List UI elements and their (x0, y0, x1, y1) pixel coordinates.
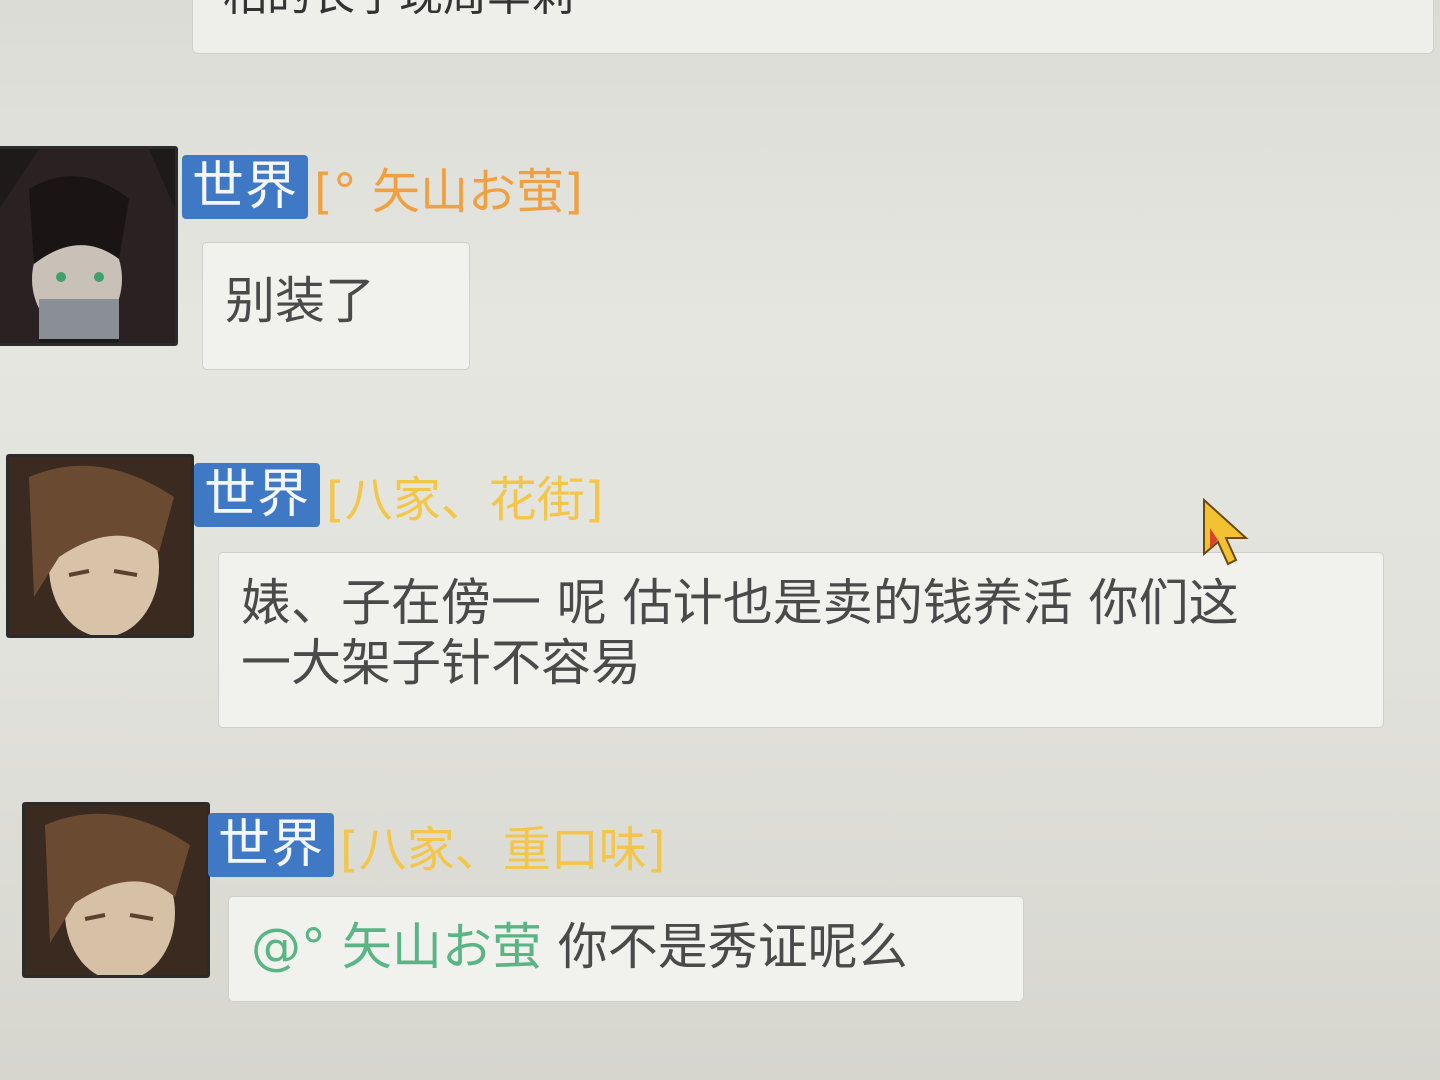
channel-badge-world: 世界 (182, 155, 309, 219)
avatar[interactable] (0, 146, 178, 346)
avatar[interactable] (22, 802, 210, 978)
message-text: 别装了 (225, 272, 375, 330)
sender-name[interactable]: [八家、花街] (326, 460, 603, 530)
message-bubble: 别装了 (202, 242, 470, 370)
sender-name[interactable]: [八家、重口味] (340, 810, 665, 880)
previous-message-bubble: 相的长子现周羊莉 (192, 0, 1434, 54)
sender-name[interactable]: [° 矢山お萤] (314, 152, 583, 222)
avatar[interactable] (6, 454, 194, 638)
message-text-line: 婊、子在傍一 呢 估计也是卖的钱养活 你们这 (241, 574, 1239, 632)
mention-tag[interactable]: @° 矢山お萤 (251, 918, 542, 976)
avatar-image (9, 457, 191, 635)
channel-badge-world: 世界 (194, 463, 321, 527)
message-text-line: 一大架子针不容易 (241, 634, 641, 692)
message-bubble: @° 矢山お萤 你不是秀证呢么 (228, 896, 1024, 1002)
channel-badge-world: 世界 (208, 813, 335, 877)
avatar-image (0, 149, 175, 343)
message-bubble: 婊、子在傍一 呢 估计也是卖的钱养活 你们这 一大架子针不容易 (218, 552, 1384, 728)
message-text: 你不是秀证呢么 (557, 918, 908, 976)
previous-message-text: 相的长子现周羊莉 (223, 0, 575, 23)
avatar-image (25, 805, 207, 975)
mouse-cursor-icon (1203, 498, 1249, 566)
